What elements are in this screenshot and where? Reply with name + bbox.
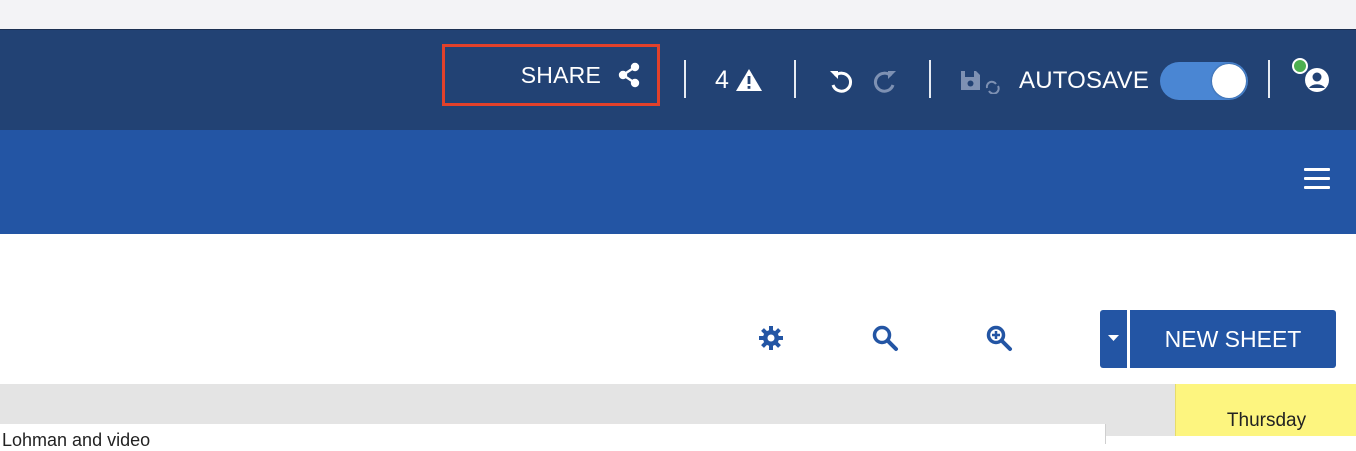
menu-line — [1304, 177, 1330, 180]
divider — [1268, 60, 1270, 98]
warning-count: 4 — [715, 65, 729, 94]
divider — [794, 60, 796, 98]
autosave-label: AUTOSAVE — [1019, 67, 1150, 94]
sheet-content-area: Lohman and video Thursday — [0, 384, 1356, 450]
search-button[interactable] — [871, 324, 899, 352]
autosave-toggle[interactable] — [1160, 62, 1248, 100]
settings-button[interactable] — [757, 324, 785, 352]
header-bar: SHARE 4 AUTOSAVE — [0, 30, 1356, 130]
menu-line — [1304, 186, 1330, 189]
new-sheet-dropdown-button[interactable] — [1100, 310, 1127, 368]
share-button[interactable]: SHARE — [442, 44, 660, 106]
warning-triangle-icon — [735, 69, 762, 91]
user-icon — [1305, 68, 1329, 92]
share-icon — [618, 62, 640, 88]
redo-button[interactable] — [870, 66, 900, 96]
new-sheet-button[interactable]: NEW SHEET — [1130, 310, 1336, 368]
toggle-knob — [1212, 64, 1246, 98]
gear-icon — [759, 326, 783, 350]
undo-icon — [830, 71, 853, 93]
hamburger-menu-icon[interactable] — [1304, 168, 1330, 192]
day-label: Thursday — [1226, 410, 1307, 431]
zoom-in-icon — [986, 325, 1012, 351]
redo-icon — [873, 71, 896, 93]
caret-down-icon — [1108, 335, 1119, 341]
browser-top-strip — [0, 0, 1356, 30]
save-button[interactable] — [958, 68, 1002, 94]
sheet-toolbar: NEW SHEET — [0, 234, 1356, 384]
warnings-button[interactable]: 4 — [715, 64, 763, 96]
divider — [929, 60, 931, 98]
nav-bar — [0, 130, 1356, 234]
sheet-text: Lohman and video — [2, 430, 151, 450]
online-status-dot — [1292, 58, 1308, 74]
share-label: SHARE — [520, 61, 601, 88]
day-card[interactable]: Thursday — [1175, 384, 1356, 436]
search-icon — [872, 325, 898, 351]
sheet-card[interactable]: Lohman and video — [0, 424, 1106, 450]
divider — [684, 60, 686, 98]
menu-line — [1304, 168, 1330, 171]
save-sync-icon — [961, 71, 1000, 94]
zoom-in-button[interactable] — [985, 324, 1013, 352]
undo-button[interactable] — [826, 66, 856, 96]
